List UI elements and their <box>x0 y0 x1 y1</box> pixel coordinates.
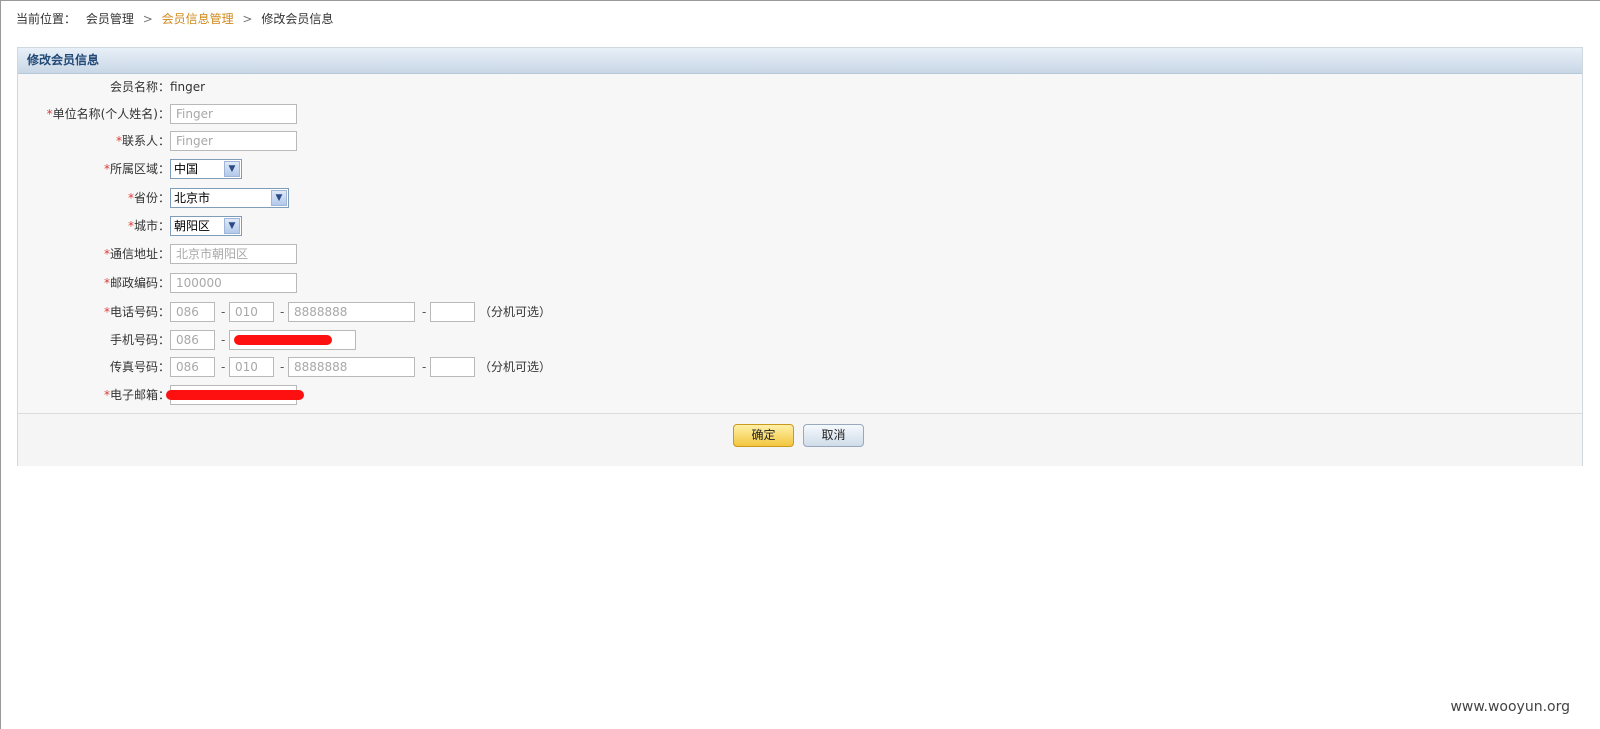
fax-ext-input[interactable] <box>430 357 475 377</box>
form-footer: 确定 取消 <box>18 413 1582 466</box>
mobile-dash: - <box>221 333 226 347</box>
mobile-label: 手机号码： <box>109 333 170 347</box>
breadcrumb-separator: > <box>142 12 153 26</box>
row-phone: *电话号码： 086 - 010 - 8888888 - （分机可选） <box>18 301 1582 325</box>
member-name-label: 会员名称： <box>109 80 170 94</box>
row-company: *单位名称(个人姓名)： Finger <box>18 103 1582 127</box>
breadcrumb-item-edit-member-info: 修改会员信息 <box>261 12 334 26</box>
fax-number-input[interactable]: 8888888 <box>288 357 415 377</box>
redaction-mark <box>234 335 332 345</box>
fax-dash: - <box>422 360 427 374</box>
address-input[interactable]: 北京市朝阳区 <box>170 244 297 264</box>
row-member-name: 会员名称： finger <box>18 76 1582 100</box>
phone-label: *电话号码： <box>103 305 170 319</box>
province-label: *省份： <box>127 191 170 205</box>
postcode-input[interactable]: 100000 <box>170 273 297 293</box>
company-input[interactable]: Finger <box>170 104 297 124</box>
phone-ext-hint: （分机可选） <box>479 305 552 319</box>
postcode-label: *邮政编码： <box>103 276 170 290</box>
row-fax: 传真号码： 086 - 010 - 8888888 - （分机可选） <box>18 356 1582 380</box>
row-province: *省份： 北京市 ▼ <box>18 187 1582 211</box>
breadcrumb-separator: > <box>242 12 253 26</box>
chevron-down-icon: ▼ <box>224 218 240 234</box>
breadcrumb-item-member-management[interactable]: 会员管理 <box>86 10 134 28</box>
region-label: *所属区域： <box>103 162 170 176</box>
row-mobile: 手机号码： 086 - <box>18 329 1582 353</box>
confirm-button[interactable]: 确定 <box>733 424 794 447</box>
redaction-mark <box>166 390 304 400</box>
fax-country-input[interactable]: 086 <box>170 357 215 377</box>
phone-dash: - <box>280 305 285 319</box>
contact-label: *联系人： <box>115 134 170 148</box>
city-selected: 朝阳区 <box>174 219 211 233</box>
member-name-value: finger <box>170 80 206 94</box>
row-region: *所属区域： 中国 ▼ <box>18 158 1582 182</box>
city-label: *城市： <box>127 219 170 233</box>
region-selected: 中国 <box>174 162 199 176</box>
breadcrumb-item-member-info-management[interactable]: 会员信息管理 <box>162 10 234 28</box>
row-address: *通信地址： 北京市朝阳区 <box>18 243 1582 267</box>
breadcrumb: 当前位置： 会员管理 > 会员信息管理 > 修改会员信息 <box>16 10 333 28</box>
edit-member-panel: 修改会员信息 会员名称： finger *单位名称(个人姓名)： Finger … <box>17 47 1583 466</box>
phone-dash: - <box>422 305 427 319</box>
company-label: *单位名称(个人姓名)： <box>46 107 170 121</box>
chevron-down-icon: ▼ <box>224 161 240 177</box>
mobile-country-input[interactable]: 086 <box>170 330 215 350</box>
phone-dash: - <box>221 305 226 319</box>
fax-area-input[interactable]: 010 <box>229 357 274 377</box>
address-label: *通信地址： <box>103 247 170 261</box>
province-selected: 北京市 <box>174 191 211 205</box>
phone-area-input[interactable]: 010 <box>229 302 274 322</box>
contact-input[interactable]: Finger <box>170 131 297 151</box>
region-select[interactable]: 中国 ▼ <box>170 159 242 179</box>
phone-ext-input[interactable] <box>430 302 475 322</box>
row-email: *电子邮箱： <box>18 384 1582 408</box>
panel-title: 修改会员信息 <box>18 48 1582 74</box>
row-city: *城市： 朝阳区 ▼ <box>18 215 1582 239</box>
fax-label: 传真号码： <box>109 360 170 374</box>
cancel-button[interactable]: 取消 <box>803 424 864 447</box>
province-select[interactable]: 北京市 ▼ <box>170 188 289 208</box>
chevron-down-icon: ▼ <box>271 190 287 206</box>
fax-ext-hint: （分机可选） <box>479 360 552 374</box>
email-label: *电子邮箱： <box>103 388 170 402</box>
row-contact: *联系人： Finger <box>18 130 1582 154</box>
fax-dash: - <box>221 360 226 374</box>
watermark: www.wooyun.org <box>1450 699 1570 715</box>
phone-country-input[interactable]: 086 <box>170 302 215 322</box>
fax-dash: - <box>280 360 285 374</box>
city-select[interactable]: 朝阳区 ▼ <box>170 216 242 236</box>
phone-number-input[interactable]: 8888888 <box>288 302 415 322</box>
breadcrumb-label: 当前位置： <box>16 12 77 26</box>
row-postcode: *邮政编码： 100000 <box>18 272 1582 296</box>
